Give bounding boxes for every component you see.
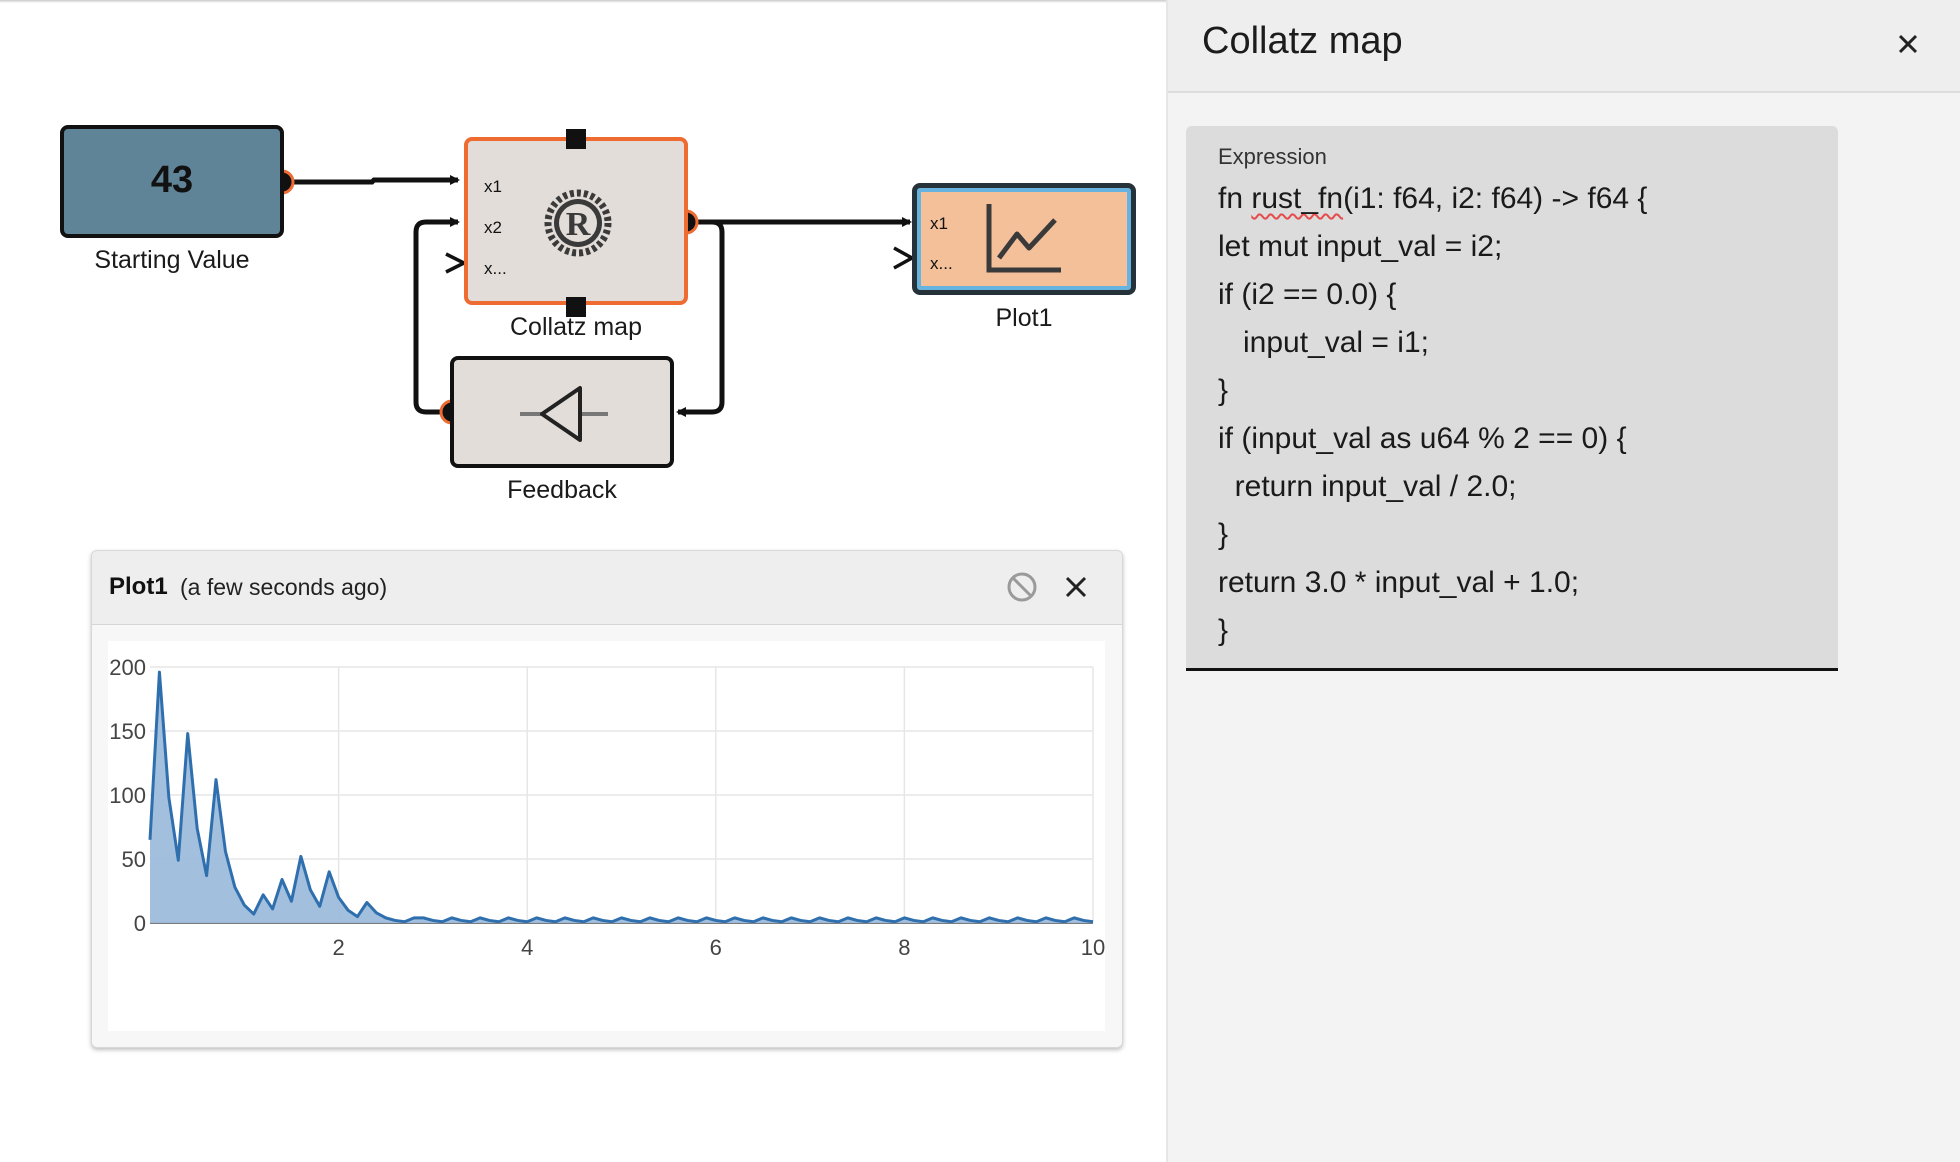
port-varargs-label: x...: [930, 254, 953, 273]
code-line: input_val = i1;: [1218, 326, 1429, 359]
code-line: }: [1218, 614, 1229, 647]
plot-panel-timestamp: (a few seconds ago): [180, 574, 388, 600]
svg-text:R: R: [566, 206, 591, 243]
port-x2-label: x2: [484, 218, 502, 237]
plot-panel: Plot1 (a few seconds ago) 0 50 100 150 200 2 4…: [91, 550, 1123, 1048]
code-token: fn: [1218, 182, 1252, 215]
rust-logo-icon: R: [544, 189, 612, 257]
collatz-map-block[interactable]: x1 x2 x... R: [464, 129, 688, 317]
disable-plot-button[interactable]: [1004, 569, 1040, 605]
starting-value-block[interactable]: 43: [60, 125, 284, 238]
code-line: if (input_val as u64 % 2 == 0) {: [1218, 422, 1627, 455]
y-tick-label: 100: [109, 783, 146, 808]
collatz-map-label: Collatz map: [510, 313, 642, 341]
close-icon: [1065, 576, 1087, 598]
plot1-label: Plot1: [995, 304, 1053, 332]
x-tick-label: 10: [1081, 935, 1105, 960]
port-x1-label: x1: [484, 177, 502, 196]
code-token: (i1: f64, i2: f64) -> f64 {: [1343, 182, 1648, 215]
plot-panel-header: Plot1 (a few seconds ago): [92, 551, 1122, 625]
expression-label: Expression: [1218, 144, 1327, 169]
x-tick-label: 4: [521, 935, 533, 960]
feedback-block[interactable]: [450, 356, 674, 468]
code-line: return input_val / 2.0;: [1218, 470, 1517, 503]
starting-value-label: Starting Value: [94, 246, 250, 274]
y-tick-label: 200: [109, 655, 146, 680]
close-icon: [1898, 34, 1918, 54]
line-chart-icon: [986, 204, 1061, 273]
code-line: let mut input_val = i2;: [1218, 230, 1503, 263]
block-icon: [1007, 572, 1037, 602]
feedback-triangle-icon: [520, 386, 608, 442]
x-tick-label: 6: [710, 935, 722, 960]
port-varargs-label: x...: [484, 259, 507, 278]
plot1-block[interactable]: x1 x...: [912, 183, 1136, 295]
code-fn-name: rust_fn: [1251, 182, 1344, 215]
starting-value-number: 43: [150, 159, 194, 201]
expression-editor[interactable]: Expression fn rust_fn(i1: f64, i2: f64) …: [1186, 126, 1838, 671]
code-line: if (i2 == 0.0) {: [1218, 278, 1397, 311]
feedback-label: Feedback: [507, 476, 617, 504]
y-tick-label: 50: [122, 847, 146, 872]
code-line: }: [1218, 374, 1229, 407]
properties-panel: Collatz map Expression fn rust_fn(i1: f6…: [1166, 0, 1960, 1162]
port-x1-label: x1: [930, 214, 948, 233]
y-tick-label: 150: [109, 719, 146, 744]
y-tick-label: 0: [134, 911, 146, 936]
series-area: [150, 672, 1093, 923]
plot-panel-title: Plot1: [109, 573, 168, 600]
properties-title: Collatz map: [1202, 20, 1403, 62]
x-tick-label: 8: [898, 935, 910, 960]
close-panel-button[interactable]: [1888, 24, 1928, 64]
x-tick-label: 2: [332, 935, 344, 960]
code-line: fn rust_fn(i1: f64, i2: f64) -> f64 {: [1218, 182, 1647, 216]
code-line: }: [1218, 518, 1229, 551]
code-line: return 3.0 * input_val + 1.0;: [1218, 566, 1580, 599]
wire-start-to-collatz: [282, 175, 460, 185]
collatz-top-port[interactable]: [566, 129, 586, 149]
series-line: [148, 670, 1094, 924]
collatz-area-chart: 0 50 100 150 200 2 4 6 8 10: [109, 655, 1105, 960]
close-plot-button[interactable]: [1058, 569, 1094, 605]
plot-area[interactable]: 0 50 100 150 200 2 4 6 8 10: [108, 641, 1105, 1031]
properties-header: Collatz map: [1168, 0, 1960, 93]
diagram-canvas[interactable]: 43 Starting Value x1 x2 x... R Collatz m…: [0, 0, 1166, 1162]
